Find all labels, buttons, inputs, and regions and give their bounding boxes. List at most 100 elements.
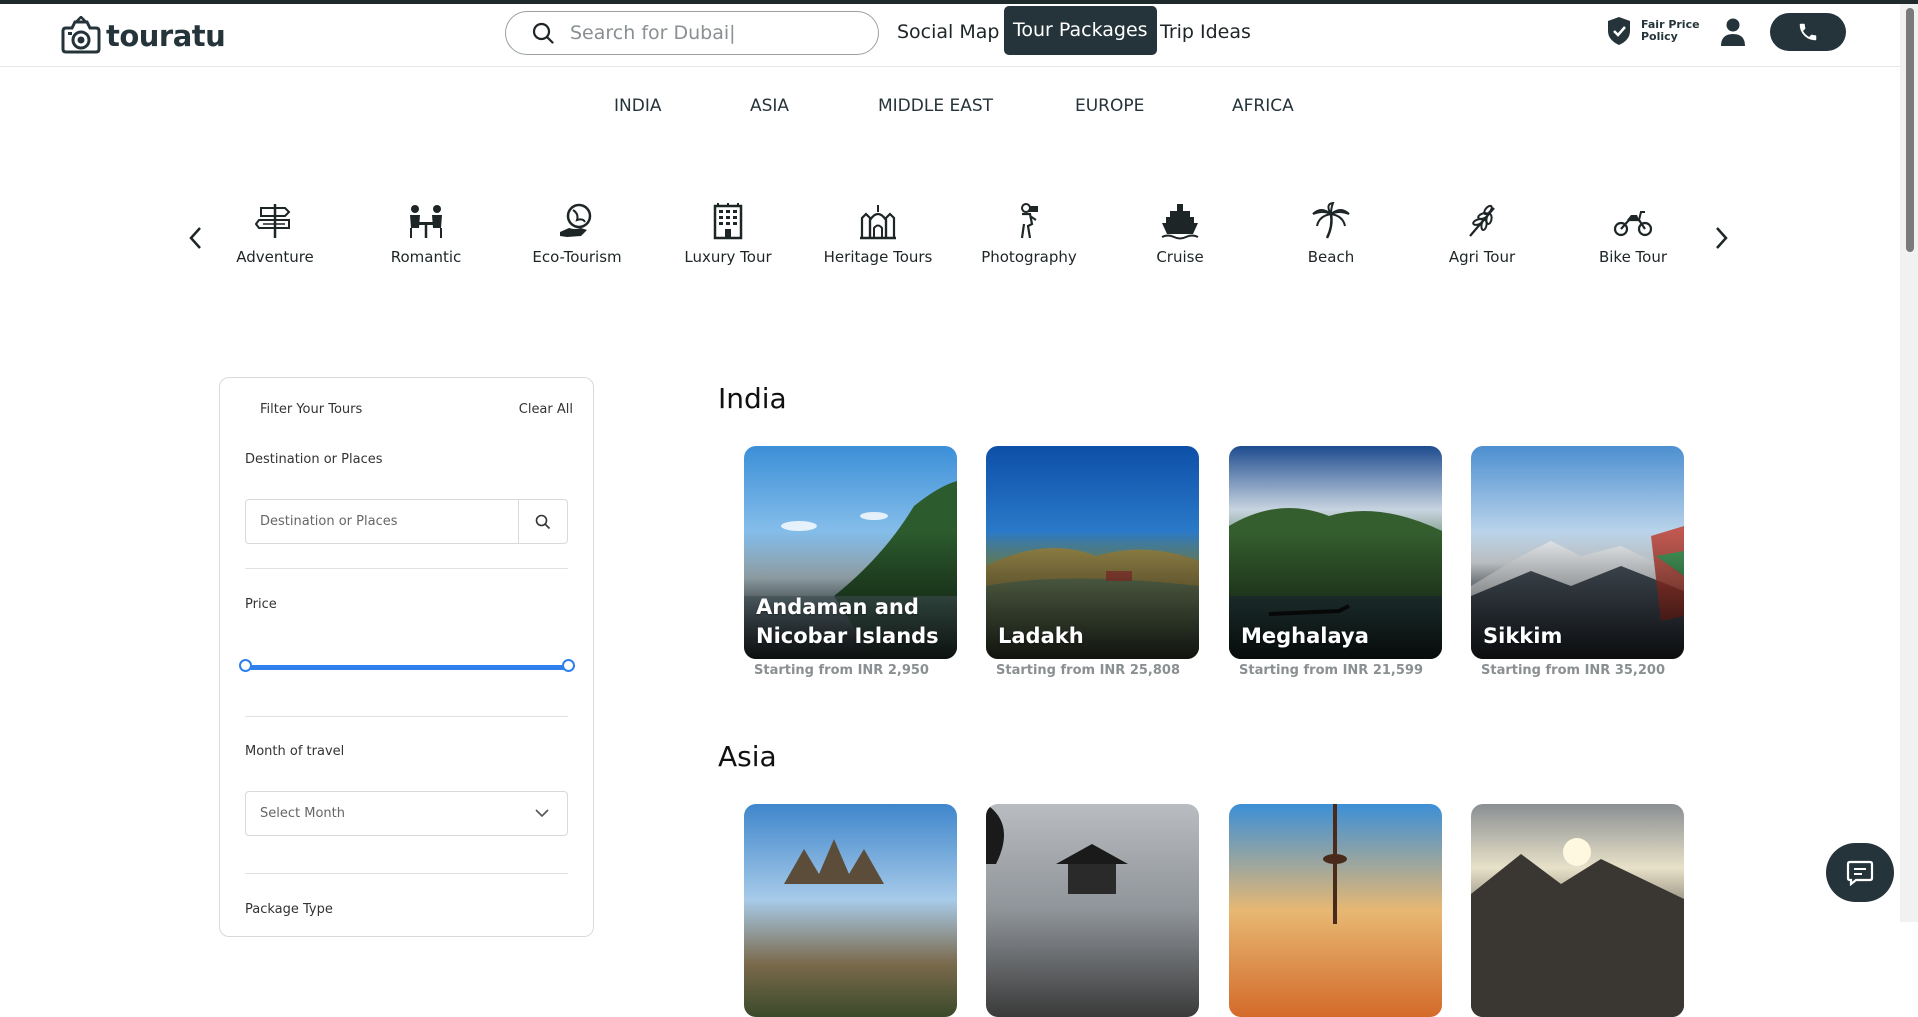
signpost-icon bbox=[255, 204, 291, 238]
destination-label: Destination or Places bbox=[245, 452, 383, 467]
destination-card[interactable]: Andaman and Nicobar Islands bbox=[744, 446, 957, 659]
nav-trip-ideas[interactable]: Trip Ideas bbox=[1160, 14, 1251, 50]
palm-tree-icon bbox=[1312, 202, 1350, 239]
fair-price-policy[interactable]: Fair Price Policy bbox=[1606, 16, 1700, 46]
phone-icon bbox=[1799, 23, 1817, 41]
search-icon bbox=[532, 22, 554, 44]
hotel-building-icon bbox=[713, 203, 743, 240]
category-label: Agri Tour bbox=[1448, 248, 1516, 266]
category-label: Cruise bbox=[1156, 248, 1204, 266]
category-eco-tourism[interactable]: Eco-Tourism bbox=[512, 202, 642, 266]
palace-icon bbox=[860, 205, 896, 240]
carousel-next-button[interactable] bbox=[1714, 226, 1728, 254]
search-input[interactable] bbox=[568, 21, 862, 45]
card-image bbox=[784, 839, 884, 884]
category-agri-tour[interactable]: Agri Tour bbox=[1417, 202, 1547, 266]
category-beach[interactable]: Beach bbox=[1266, 202, 1396, 266]
package-type-label: Package Type bbox=[245, 902, 333, 917]
card-price: Starting from INR 21,599 bbox=[1239, 663, 1424, 678]
destination-field[interactable]: Destination or Places bbox=[245, 499, 568, 544]
card-price: Starting from INR 2,950 bbox=[754, 663, 929, 678]
card-title: Sikkim bbox=[1483, 624, 1563, 648]
camera-logo-icon bbox=[61, 16, 101, 54]
divider bbox=[245, 568, 568, 569]
chat-icon bbox=[1846, 860, 1874, 886]
destination-search-button[interactable] bbox=[518, 500, 567, 543]
category-label: Eco-Tourism bbox=[532, 248, 622, 266]
card-price: Starting from INR 35,200 bbox=[1481, 663, 1666, 678]
category-romantic[interactable]: Romantic bbox=[361, 202, 491, 266]
logo-text: touratu bbox=[106, 19, 226, 53]
chat-button[interactable] bbox=[1826, 843, 1894, 902]
wheat-icon bbox=[1469, 204, 1495, 237]
category-label: Adventure bbox=[236, 248, 314, 266]
filter-title: Filter Your Tours bbox=[260, 402, 363, 417]
section-title-india: India bbox=[718, 382, 787, 415]
category-label: Heritage Tours bbox=[823, 248, 933, 266]
scrollbar-thumb[interactable] bbox=[1906, 8, 1914, 252]
region-tab-middle-east[interactable]: MIDDLE EAST bbox=[878, 96, 993, 116]
price-label: Price bbox=[245, 597, 277, 612]
destination-card[interactable] bbox=[1229, 804, 1442, 1017]
chevron-right-icon bbox=[1716, 227, 1728, 249]
region-tab-india[interactable]: INDIA bbox=[614, 96, 661, 116]
divider bbox=[245, 873, 568, 874]
destination-input[interactable]: Destination or Places bbox=[260, 514, 518, 529]
fair-price-line2: Policy bbox=[1641, 30, 1678, 43]
category-label: Beach bbox=[1307, 248, 1355, 266]
search-bar[interactable] bbox=[505, 11, 879, 55]
month-label: Month of travel bbox=[245, 744, 345, 759]
category-bike-tour[interactable]: Bike Tour bbox=[1568, 202, 1698, 266]
section-title-asia: Asia bbox=[718, 740, 777, 773]
filter-panel: Filter Your Tours Clear All Destination … bbox=[219, 377, 594, 937]
destination-card[interactable] bbox=[744, 804, 957, 1017]
carousel-prev-button[interactable] bbox=[189, 226, 203, 254]
shield-check-icon bbox=[1608, 17, 1630, 45]
call-button[interactable] bbox=[1770, 13, 1846, 51]
category-heritage-tours[interactable]: Heritage Tours bbox=[813, 202, 943, 266]
destination-card[interactable] bbox=[1471, 804, 1684, 1017]
category-adventure[interactable]: Adventure bbox=[210, 202, 340, 266]
card-image bbox=[1471, 838, 1684, 1017]
category-label: Luxury Tour bbox=[684, 248, 772, 266]
price-slider[interactable] bbox=[245, 665, 568, 670]
card-image bbox=[1323, 804, 1347, 924]
chevron-down-icon bbox=[535, 809, 549, 818]
category-photography[interactable]: Photography bbox=[964, 202, 1094, 266]
category-label: Romantic bbox=[390, 248, 462, 266]
motorbike-icon bbox=[1613, 211, 1653, 237]
category-luxury-tour[interactable]: Luxury Tour bbox=[663, 202, 793, 266]
card-price: Starting from INR 25,808 bbox=[996, 663, 1181, 678]
user-icon[interactable] bbox=[1720, 17, 1746, 51]
card-title: Ladakh bbox=[998, 624, 1084, 648]
region-tab-europe[interactable]: EUROPE bbox=[1075, 96, 1144, 116]
month-select[interactable]: Select Month bbox=[245, 791, 568, 836]
chevron-left-icon bbox=[189, 227, 201, 249]
price-slider-min-handle[interactable] bbox=[238, 659, 252, 672]
divider bbox=[245, 716, 568, 717]
month-select-value: Select Month bbox=[260, 806, 345, 821]
region-tab-asia[interactable]: ASIA bbox=[750, 96, 789, 116]
nav-tour-packages[interactable]: Tour Packages bbox=[1004, 6, 1157, 55]
globe-hand-icon bbox=[560, 203, 592, 237]
couple-dinner-icon bbox=[410, 205, 442, 238]
destination-card[interactable]: Meghalaya bbox=[1229, 446, 1442, 659]
clear-all-button[interactable]: Clear All bbox=[519, 402, 573, 417]
nav-social-map[interactable]: Social Map bbox=[897, 14, 999, 50]
category-label: Photography bbox=[981, 248, 1077, 266]
ship-icon bbox=[1161, 204, 1199, 240]
site-header: touratu Social Map Tour Packages Trip Id… bbox=[0, 4, 1900, 67]
category-label: Bike Tour bbox=[1598, 248, 1668, 266]
card-image bbox=[986, 804, 1128, 894]
photographer-icon bbox=[1020, 203, 1038, 239]
category-cruise[interactable]: Cruise bbox=[1115, 202, 1245, 266]
search-icon bbox=[535, 514, 551, 529]
card-title: Andaman and Nicobar Islands bbox=[756, 595, 939, 648]
region-tab-africa[interactable]: AFRICA bbox=[1232, 96, 1294, 116]
destination-card[interactable] bbox=[986, 804, 1199, 1017]
logo[interactable]: touratu bbox=[60, 16, 226, 56]
price-slider-max-handle[interactable] bbox=[561, 659, 575, 672]
card-title: Meghalaya bbox=[1241, 624, 1369, 648]
destination-card[interactable]: Ladakh bbox=[986, 446, 1199, 659]
destination-card[interactable]: Sikkim bbox=[1471, 446, 1684, 659]
